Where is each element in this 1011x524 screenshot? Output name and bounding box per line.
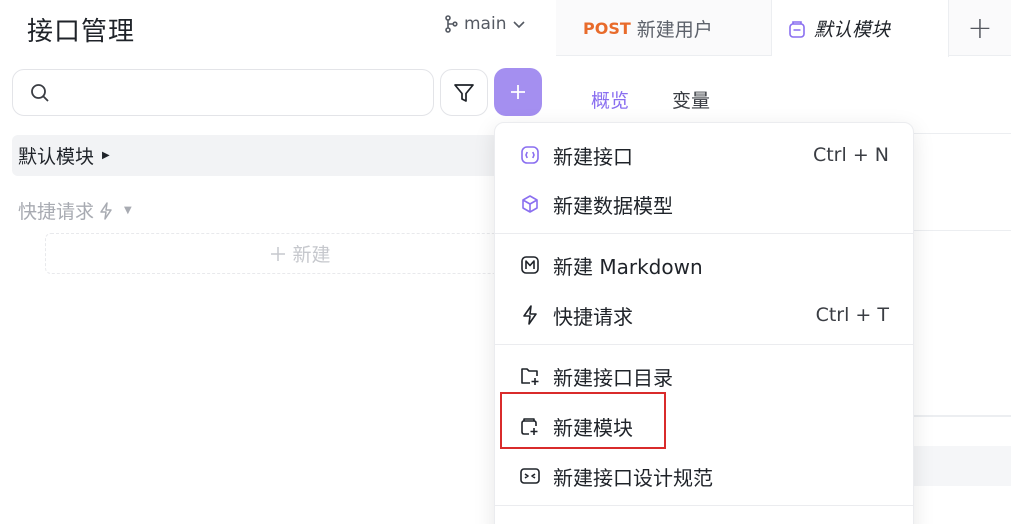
tab-variables[interactable]: 变量	[672, 86, 710, 113]
menu-divider	[495, 505, 913, 506]
branch-name: main	[464, 14, 507, 34]
tab-bar: POST 新建用户 默认模块 +	[556, 0, 1011, 57]
tree-item-default-module[interactable]: 默认模块 ▶	[12, 135, 556, 176]
app-root: 接口管理 main 默认模块 ▶ 快捷请求 ▼ 新建 POST 新建用户 默认模…	[0, 0, 1011, 524]
caret-down-icon[interactable]: ▼	[124, 205, 132, 216]
api-sidebar: 接口管理 main 默认模块 ▶ 快捷请求 ▼ 新建	[0, 0, 556, 524]
tab-new-user[interactable]: POST 新建用户	[556, 0, 772, 56]
bolt-icon	[100, 201, 112, 220]
api-icon	[519, 144, 541, 166]
menu-item-label: 新建接口	[553, 144, 633, 169]
menu-item-label: 新建接口设计规范	[553, 465, 713, 490]
plus-icon	[271, 246, 286, 261]
module-icon	[789, 20, 805, 38]
menu-divider	[495, 233, 913, 234]
page-title: 接口管理	[27, 17, 136, 47]
folder-add-icon	[519, 365, 541, 387]
caret-right-icon[interactable]: ▶	[102, 150, 110, 161]
http-method-badge: POST	[583, 18, 631, 38]
shortcut-label: Ctrl + N	[812, 144, 889, 166]
filter-button[interactable]	[440, 69, 488, 116]
menu-item-quick-request[interactable]: 快捷请求 Ctrl + T	[495, 293, 913, 337]
menu-item-new-markdown[interactable]: 新建 Markdown	[495, 243, 913, 287]
menu-item-new-api-folder[interactable]: 新建接口目录	[495, 354, 913, 398]
new-item-label: 新建	[292, 244, 331, 266]
search-input[interactable]	[61, 83, 421, 102]
branch-selector[interactable]: main	[444, 14, 526, 34]
module-add-icon	[519, 415, 541, 437]
menu-item-label: 新建数据模型	[553, 193, 673, 218]
new-item-button[interactable]: 新建	[45, 233, 556, 274]
add-button[interactable]	[494, 68, 542, 116]
tab-label: 新建用户	[636, 18, 713, 41]
tab-default-module[interactable]: 默认模块	[772, 0, 949, 57]
add-tab-button[interactable]: +	[949, 0, 1011, 56]
tab-overview[interactable]: 概览	[591, 86, 629, 113]
new-item-menu: 新建接口 Ctrl + N 新建数据模型 新建 Markdown 快捷请求 Ct…	[494, 122, 914, 524]
menu-item-label: 新建接口目录	[553, 365, 673, 390]
plus-icon: +	[967, 10, 993, 46]
menu-item-label: 新建模块	[553, 415, 633, 440]
menu-item-new-api[interactable]: 新建接口 Ctrl + N	[495, 133, 913, 177]
bolt-icon	[519, 304, 541, 326]
tree-item-label: 快捷请求	[18, 201, 95, 223]
chevron-down-icon	[513, 21, 526, 29]
shortcut-label: Ctrl + T	[815, 304, 889, 326]
git-branch-icon	[445, 15, 458, 33]
spec-icon	[519, 465, 541, 487]
menu-item-new-module[interactable]: 新建模块	[495, 404, 913, 448]
menu-item-label: 快捷请求	[553, 304, 633, 329]
menu-item-label: 新建 Markdown	[553, 254, 703, 279]
search-box[interactable]	[12, 69, 434, 116]
filter-icon	[454, 83, 474, 102]
tab-label: 默认模块	[814, 19, 891, 41]
menu-item-new-api-spec[interactable]: 新建接口设计规范	[495, 454, 913, 498]
cube-icon	[519, 193, 541, 215]
markdown-icon	[519, 254, 541, 276]
search-icon	[31, 83, 49, 102]
menu-item-new-data-model[interactable]: 新建数据模型	[495, 182, 913, 226]
tree-item-quick-request[interactable]: 快捷请求 ▼	[18, 197, 132, 224]
menu-divider	[495, 344, 913, 345]
tree-item-label: 默认模块	[18, 146, 95, 168]
plus-icon	[511, 85, 525, 99]
